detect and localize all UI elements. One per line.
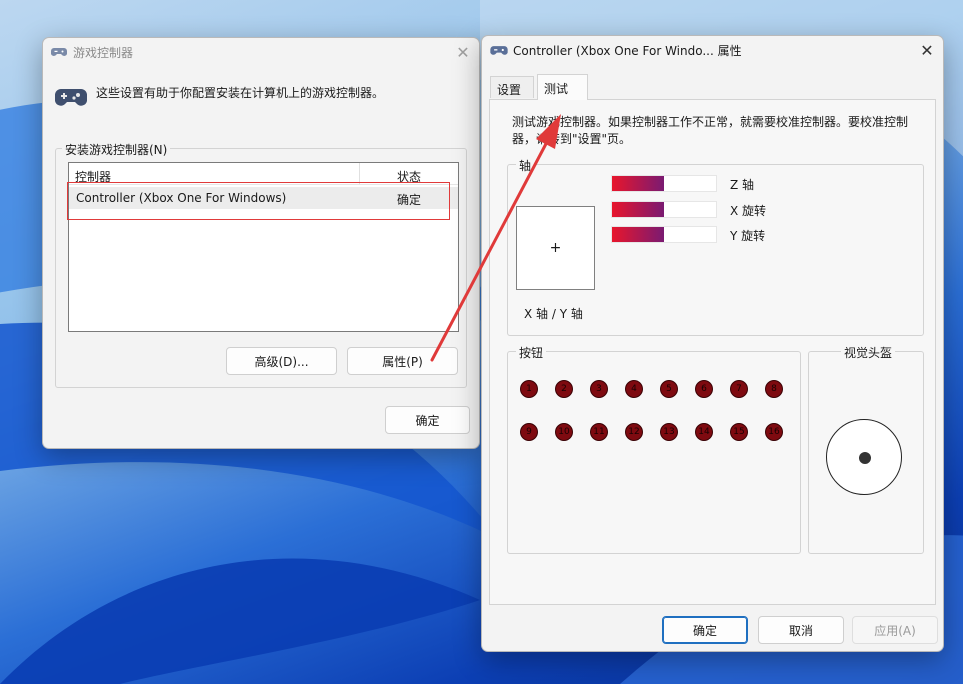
x-rotation-bar-fill [612,202,664,217]
controller-button-indicator-11: 11 [590,423,608,441]
axes-group: 轴 + X 轴 / Y 轴 Z 轴 X 旋转 Y 旋转 [507,157,924,336]
gamepad-icon [55,89,87,106]
left-dialog-description: 这些设置有助于你配置安装在计算机上的游戏控制器。 [96,86,385,100]
tab-settings[interactable]: 设置 [490,76,534,98]
controller-button-indicator-7: 7 [730,380,748,398]
x-rotation-label: X 旋转 [730,204,767,218]
controller-button-indicator-10: 10 [555,423,573,441]
properties-button[interactable]: 属性(P) [347,347,458,375]
pov-hat-label: 视觉头盔 [841,344,896,361]
z-axis-bar [611,175,717,192]
gamepad-icon [51,48,67,56]
y-rotation-label: Y 旋转 [730,229,766,243]
left-close-icon[interactable]: ✕ [453,42,473,62]
z-axis-bar-fill [612,176,664,191]
buttons-group-label: 按钮 [516,344,547,361]
y-rotation-bar-fill [612,227,664,242]
y-rotation-bar [611,226,717,243]
controller-properties-dialog: Controller (Xbox One For Windo... 属性 ✕ 设… [481,35,944,652]
axes-group-label: 轴 [516,157,535,174]
xy-axis-label: X 轴 / Y 轴 [524,307,583,321]
test-description: 测试游戏控制器。如果控制器工作不正常，就需要校准控制器。要校准控制 器，请转到"… [512,115,909,146]
buttons-group: 按钮 1 2 3 4 5 6 7 8 9 10 11 12 13 14 15 16 [507,344,801,554]
pov-hat-indicator [859,452,871,464]
right-title-bar: Controller (Xbox One For Windo... 属性 [482,36,943,64]
controller-button-indicator-4: 4 [625,380,643,398]
controller-button-indicator-1: 1 [520,380,538,398]
game-controllers-dialog: 游戏控制器 ✕ 这些设置有助于你配置安装在计算机上的游戏控制器。 安装游戏控制器… [42,37,480,449]
controller-button-indicator-8: 8 [765,380,783,398]
pov-hat-circle [826,419,902,495]
controller-button-indicator-6: 6 [695,380,713,398]
pov-hat-group: 视觉头盔 [808,344,924,554]
cancel-button[interactable]: 取消 [758,616,844,644]
apply-button[interactable]: 应用(A) [852,616,938,644]
z-axis-label: Z 轴 [730,178,755,192]
xy-crosshair: + [549,240,562,256]
test-tab-panel: 测试游戏控制器。如果控制器工作不正常，就需要校准控制器。要校准控制 器，请转到"… [489,99,936,605]
left-ok-button[interactable]: 确定 [385,406,470,434]
controller-button-indicator-3: 3 [590,380,608,398]
installed-controllers-label: 安装游戏控制器(N) [62,141,171,158]
selection-highlight-box [67,182,450,220]
tab-test[interactable]: 测试 [537,74,588,100]
controller-button-indicator-13: 13 [660,423,678,441]
right-ok-button[interactable]: 确定 [662,616,748,644]
x-rotation-bar [611,201,717,218]
controller-button-indicator-12: 12 [625,423,643,441]
advanced-button[interactable]: 高级(D)... [226,347,337,375]
left-dialog-title: 游戏控制器 [73,45,134,60]
controller-button-indicator-5: 5 [660,380,678,398]
xy-axis-box: + [516,206,595,290]
right-close-icon[interactable]: ✕ [917,40,937,60]
gamepad-icon [490,45,508,55]
controller-button-indicator-16: 16 [765,423,783,441]
controller-button-indicator-2: 2 [555,380,573,398]
right-dialog-title: Controller (Xbox One For Windo... 属性 [513,43,742,58]
left-title-bar: 游戏控制器 [43,38,479,66]
controller-button-indicator-14: 14 [695,423,713,441]
controller-button-indicator-15: 15 [730,423,748,441]
controller-button-indicator-9: 9 [520,423,538,441]
